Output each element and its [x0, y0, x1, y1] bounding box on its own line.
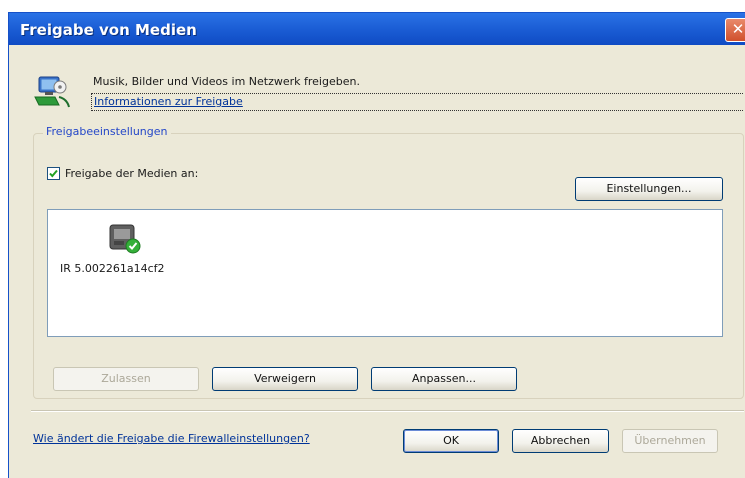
firewall-info-link[interactable]: Wie ändert die Freigabe die Firewalleins… — [33, 432, 310, 445]
allow-button[interactable]: Zulassen — [53, 367, 199, 391]
media-sharing-icon — [34, 76, 70, 108]
deny-button[interactable]: Verweigern — [212, 367, 358, 391]
info-sharing-link[interactable]: Informationen zur Freigabe — [94, 95, 243, 108]
share-media-checkbox-row[interactable]: Freigabe der Medien an: — [47, 167, 198, 180]
share-media-checkbox[interactable] — [47, 167, 60, 180]
media-device-allowed-icon — [109, 224, 141, 254]
settings-button[interactable]: Einstellungen... — [575, 177, 723, 201]
info-link-focus-box: Informationen zur Freigabe — [91, 93, 743, 111]
ok-button[interactable]: OK — [403, 429, 499, 453]
share-media-label: Freigabe der Medien an: — [65, 167, 199, 180]
dialog-body: Musik, Bilder und Videos im Netzwerk fre… — [9, 45, 745, 478]
window-title: Freigabe von Medien — [20, 21, 197, 39]
apply-button[interactable]: Übernehmen — [622, 429, 718, 453]
device-list[interactable]: IR 5.002261a14cf2 — [47, 209, 723, 337]
title-bar[interactable]: Freigabe von Medien ✕ — [9, 13, 745, 45]
close-icon: ✕ — [731, 20, 745, 38]
cancel-button[interactable]: Abbrechen — [512, 429, 609, 453]
checkmark-icon — [49, 169, 58, 178]
close-button[interactable]: ✕ — [725, 18, 745, 42]
group-legend: Freigabeeinstellungen — [43, 125, 171, 138]
footer-separator — [31, 410, 744, 412]
media-sharing-dialog: Freigabe von Medien ✕ Musik, Bilder und … — [8, 12, 745, 478]
customize-button[interactable]: Anpassen... — [371, 367, 517, 391]
device-name: IR 5.002261a14cf2 — [60, 262, 165, 275]
header-description: Musik, Bilder und Videos im Netzwerk fre… — [93, 75, 360, 88]
